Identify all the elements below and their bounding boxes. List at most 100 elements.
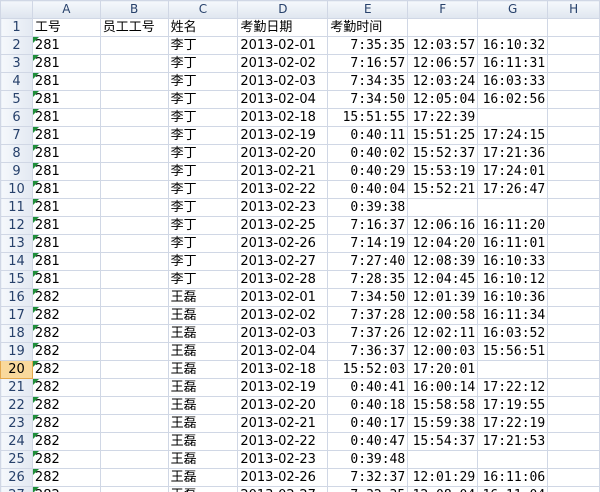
cell[interactable]: 王磊 — [167, 432, 239, 451]
cell[interactable] — [99, 90, 169, 109]
cell[interactable]: 2013-02-20 — [237, 396, 329, 415]
cell[interactable] — [99, 360, 169, 379]
cell[interactable] — [547, 36, 600, 55]
row-header[interactable]: 20 — [0, 360, 33, 379]
cell[interactable]: 281 — [31, 252, 101, 271]
cell[interactable]: 李丁 — [167, 252, 239, 271]
cell[interactable]: 王磊 — [167, 486, 239, 492]
cell[interactable]: 李丁 — [167, 108, 239, 127]
cell[interactable] — [99, 216, 169, 235]
cell[interactable]: 282 — [31, 378, 101, 397]
cell[interactable] — [477, 198, 549, 217]
cell[interactable]: 282 — [31, 288, 101, 307]
cell[interactable]: 李丁 — [167, 270, 239, 289]
cell[interactable] — [407, 198, 479, 217]
cell[interactable]: 17:20:01 — [407, 360, 479, 379]
row-header[interactable]: 27 — [0, 486, 33, 492]
row-header[interactable]: 21 — [0, 378, 33, 397]
row-header[interactable]: 15 — [0, 270, 33, 289]
cell[interactable] — [547, 342, 600, 361]
cell[interactable]: 李丁 — [167, 54, 239, 73]
cell[interactable] — [547, 108, 600, 127]
cell[interactable]: 15:51:25 — [407, 126, 479, 145]
cell[interactable] — [547, 396, 600, 415]
cell[interactable]: 2013-02-22 — [237, 432, 329, 451]
cell[interactable]: 7:34:50 — [327, 90, 409, 109]
cell[interactable]: 16:02:56 — [477, 90, 549, 109]
cell[interactable]: 7:34:35 — [327, 72, 409, 91]
cell[interactable] — [547, 270, 600, 289]
cell[interactable]: 282 — [31, 324, 101, 343]
cell[interactable] — [99, 306, 169, 325]
cell[interactable]: 12:05:04 — [407, 90, 479, 109]
cell[interactable]: 15:59:38 — [407, 414, 479, 433]
cell[interactable] — [547, 486, 600, 492]
select-all-corner[interactable] — [0, 0, 33, 19]
row-header[interactable]: 2 — [0, 36, 33, 55]
cell[interactable]: 12:08:39 — [407, 252, 479, 271]
cell[interactable]: 2013-02-25 — [237, 216, 329, 235]
cell[interactable] — [547, 144, 600, 163]
cell[interactable]: 王磊 — [167, 288, 239, 307]
cell[interactable] — [99, 450, 169, 469]
cell[interactable]: 281 — [31, 180, 101, 199]
row-header[interactable]: 14 — [0, 252, 33, 271]
cell[interactable]: 12:08:04 — [407, 486, 479, 492]
cell[interactable]: 2013-02-02 — [237, 54, 329, 73]
row-header[interactable]: 22 — [0, 396, 33, 415]
cell[interactable]: 7:16:57 — [327, 54, 409, 73]
cell[interactable]: 王磊 — [167, 414, 239, 433]
column-header[interactable]: F — [407, 0, 479, 19]
cell[interactable]: 12:04:20 — [407, 234, 479, 253]
cell[interactable]: 2013-02-27 — [237, 252, 329, 271]
cell[interactable] — [547, 306, 600, 325]
cell[interactable]: 2013-02-23 — [237, 450, 329, 469]
row-header[interactable]: 4 — [0, 72, 33, 91]
cell[interactable]: 282 — [31, 360, 101, 379]
cell[interactable]: 王磊 — [167, 342, 239, 361]
row-header[interactable]: 11 — [0, 198, 33, 217]
cell[interactable]: 282 — [31, 486, 101, 492]
cell[interactable]: 2013-02-19 — [237, 378, 329, 397]
cell[interactable]: 16:11:04 — [477, 486, 549, 492]
cell[interactable]: 0:40:11 — [327, 126, 409, 145]
cell[interactable]: 0:40:47 — [327, 432, 409, 451]
cell[interactable]: 2013-02-21 — [237, 414, 329, 433]
cell[interactable]: 281 — [31, 144, 101, 163]
cell[interactable] — [99, 288, 169, 307]
cell[interactable]: 王磊 — [167, 450, 239, 469]
cell[interactable] — [547, 54, 600, 73]
cell[interactable]: 17:21:36 — [477, 144, 549, 163]
column-header[interactable]: B — [99, 0, 169, 19]
cell[interactable] — [477, 360, 549, 379]
column-header[interactable]: G — [477, 0, 549, 19]
cell[interactable]: 2013-02-28 — [237, 270, 329, 289]
cell[interactable]: 7:36:37 — [327, 342, 409, 361]
cell[interactable]: 王磊 — [167, 306, 239, 325]
cell[interactable]: 7:35:35 — [327, 36, 409, 55]
row-header[interactable]: 6 — [0, 108, 33, 127]
row-header[interactable]: 16 — [0, 288, 33, 307]
cell[interactable]: 12:06:57 — [407, 54, 479, 73]
cell[interactable]: 282 — [31, 414, 101, 433]
cell[interactable]: 281 — [31, 36, 101, 55]
row-header[interactable]: 17 — [0, 306, 33, 325]
cell[interactable] — [99, 396, 169, 415]
cell[interactable]: 16:11:01 — [477, 234, 549, 253]
cell[interactable]: 15:52:03 — [327, 360, 409, 379]
cell[interactable]: 12:00:58 — [407, 306, 479, 325]
cell[interactable]: 16:11:31 — [477, 54, 549, 73]
cell[interactable]: 282 — [31, 306, 101, 325]
cell[interactable] — [407, 450, 479, 469]
cell[interactable] — [547, 288, 600, 307]
column-header[interactable]: A — [31, 0, 101, 19]
cell[interactable]: 17:22:39 — [407, 108, 479, 127]
cell[interactable]: 7:34:50 — [327, 288, 409, 307]
cell[interactable]: 0:40:41 — [327, 378, 409, 397]
cell[interactable]: 李丁 — [167, 216, 239, 235]
cell[interactable]: 12:02:11 — [407, 324, 479, 343]
cell[interactable] — [547, 324, 600, 343]
cell[interactable] — [547, 198, 600, 217]
cell[interactable]: 王磊 — [167, 468, 239, 487]
cell[interactable]: 282 — [31, 468, 101, 487]
